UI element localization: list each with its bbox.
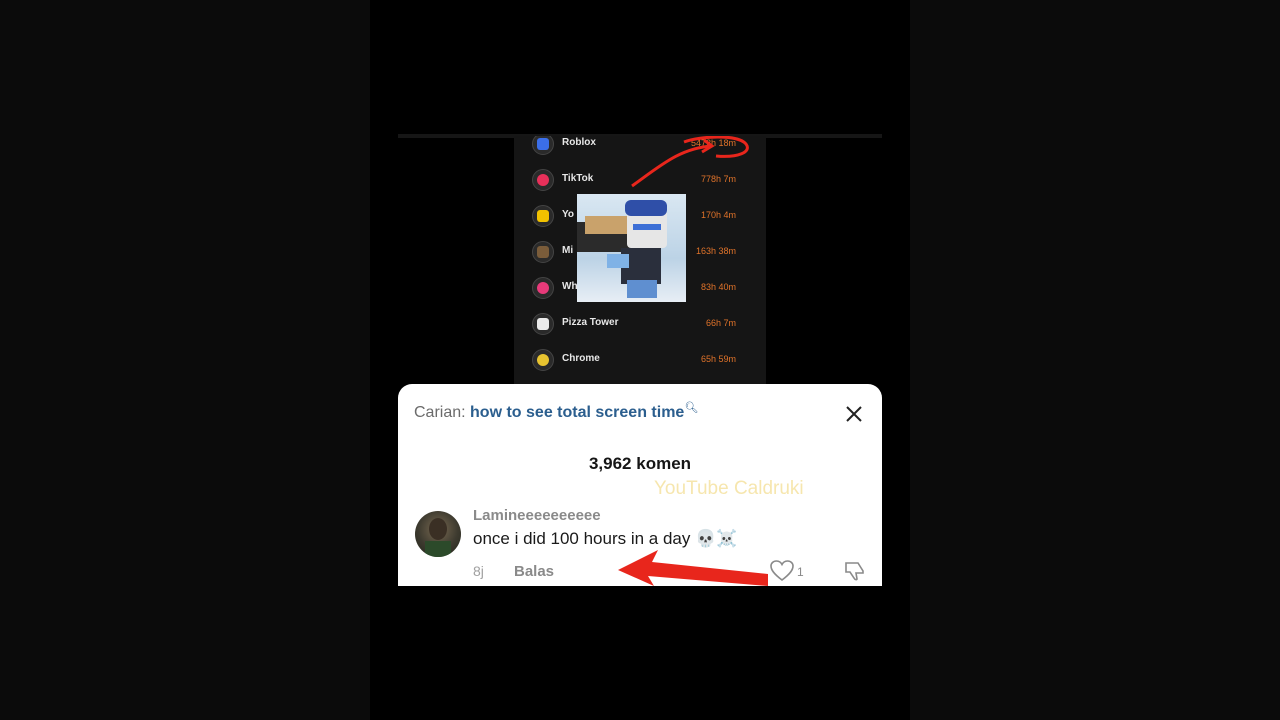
chrome-icon — [532, 349, 554, 371]
tiktok-icon — [532, 169, 554, 191]
reply-button[interactable]: Balas — [514, 563, 554, 580]
app-time: 83h 40m — [700, 282, 736, 292]
roblox-icon — [532, 136, 554, 155]
app-name: Pizza Tower — [562, 317, 619, 328]
app-time: 65h 59m — [700, 354, 736, 364]
left-letterbox — [0, 0, 370, 720]
red-arrow-bottom — [618, 550, 768, 586]
app-name: TikTok — [562, 173, 594, 184]
minecraft-icon — [532, 241, 554, 263]
app-name: Yo — [562, 209, 575, 220]
thumbs-down-icon — [845, 562, 864, 581]
app-time: 163h 38m — [695, 246, 736, 256]
search-suggestion[interactable]: Carian: how to see total screen time🔍︎ — [414, 402, 699, 422]
close-icon — [846, 406, 862, 422]
comments-sheet: Carian: how to see total screen time🔍︎ 3… — [398, 384, 882, 586]
comment-username[interactable]: Lamineeeeeeeeee — [473, 507, 601, 524]
roblox-character-image — [577, 194, 686, 302]
search-icon: 🔍︎ — [684, 402, 699, 414]
app-time: 66h 7m — [705, 318, 736, 328]
pizza-tower-icon — [532, 313, 554, 335]
red-arrow-top — [631, 136, 749, 188]
search-prefix: Carian: — [414, 404, 466, 421]
comment-age: 8j — [473, 563, 484, 579]
heart-icon — [770, 560, 794, 582]
search-query-link[interactable]: how to see total screen time — [470, 404, 684, 421]
avatar[interactable] — [415, 511, 461, 557]
app-name: Wh — [562, 281, 578, 292]
app-icon — [532, 277, 554, 299]
app-time: 170h 4m — [700, 210, 736, 220]
close-button[interactable] — [842, 402, 866, 426]
app-row-pizza-tower: Pizza Tower 66h 7m — [514, 309, 766, 339]
app-row-chrome: Chrome 65h 59m — [514, 345, 766, 375]
app-name: Chrome — [562, 353, 600, 364]
right-letterbox — [910, 0, 1280, 720]
comment-count: 3,962 komen — [588, 454, 692, 473]
like-button[interactable] — [770, 560, 794, 582]
app-name: Mi — [562, 245, 574, 256]
app-name: Roblox — [562, 137, 596, 148]
dislike-button[interactable] — [844, 560, 866, 582]
youtube-icon — [532, 205, 554, 227]
watermark: YouTube Caldruki — [654, 478, 804, 499]
like-count: 1 — [797, 565, 804, 579]
